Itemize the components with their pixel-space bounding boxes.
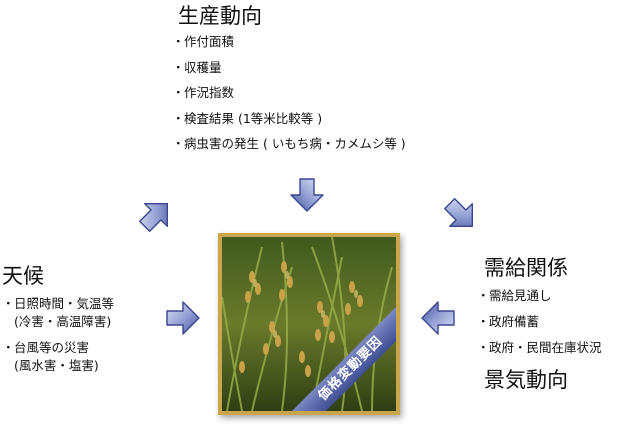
weather-list: ・日照時間・気温等 (冷害・高温障害) ・台風等の災害 (風水害・塩害) — [2, 295, 114, 375]
list-item: ・作付面積 — [172, 34, 235, 49]
list-item: ・収穫量 — [172, 59, 222, 75]
weather-title: 天候 — [2, 264, 44, 288]
arrow-down-right-icon — [436, 190, 487, 241]
arrow-right-icon — [165, 300, 201, 336]
list-item: ・病虫害の発生 ( いもち病・カメムシ等 ) — [172, 136, 406, 151]
rice-field-image — [222, 237, 396, 411]
arrow-up-right-icon — [131, 190, 182, 241]
list-item: ・政府・民間在庫状況 — [477, 340, 602, 355]
arrow-left-icon — [420, 300, 456, 336]
list-item: ・日照時間・気温等 (冷害・高温障害) — [2, 296, 115, 329]
list-item: ・政府備蓄 — [477, 314, 540, 329]
supply-demand-title: 需給関係 — [484, 256, 568, 280]
list-item: ・需給見通し — [477, 288, 552, 303]
economy-title: 景気動向 — [484, 368, 568, 392]
rice-photo-frame: 価格変動要因 — [218, 233, 400, 415]
list-item: ・作況指数 — [172, 85, 235, 100]
production-title: 生産動向 — [178, 4, 262, 28]
list-item: ・台風等の災害 (風水害・塩害) — [2, 340, 99, 373]
supply-demand-list: ・需給見通し ・政府備蓄 ・政府・民間在庫状況 — [477, 287, 602, 365]
list-item: ・検査結果 (1等米比較等 ) — [172, 110, 323, 126]
arrow-down-icon — [289, 177, 325, 213]
production-list: ・作付面積 ・収穫量 ・作況指数 ・検査結果 (1等米比較等 ) ・病虫害の発生… — [172, 33, 406, 161]
